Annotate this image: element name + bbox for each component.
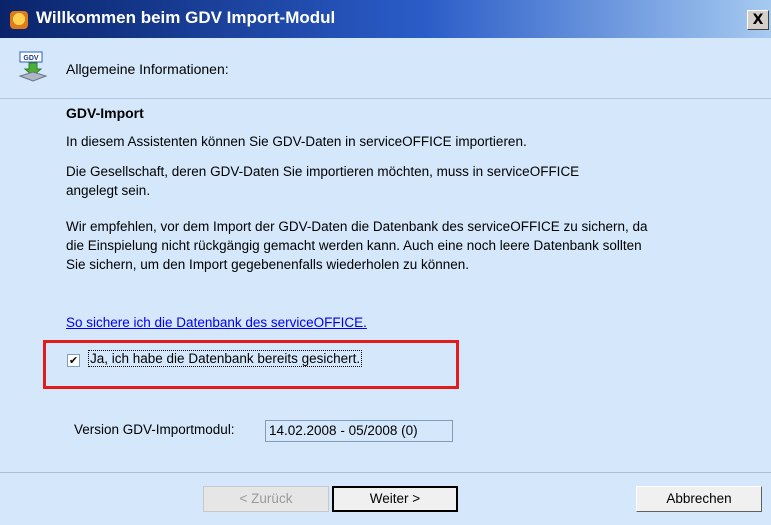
backup-confirm-label[interactable]: Ja, ich habe die Datenbank bereits gesic… xyxy=(88,350,363,367)
svg-text:GDV: GDV xyxy=(23,55,39,62)
back-button[interactable]: < Zurück xyxy=(203,486,329,512)
requirement-text: Die Gesellschaft, deren GDV-Daten Sie im… xyxy=(66,164,580,198)
backup-recommendation-text: Wir empfehlen, vor dem Import der GDV-Da… xyxy=(66,219,648,272)
button-separator xyxy=(0,472,771,473)
cancel-button[interactable]: Abbrechen xyxy=(636,486,762,512)
version-label: Version GDV-Importmodul: xyxy=(74,422,235,437)
intro-text: In diesem Assistenten können Sie GDV-Dat… xyxy=(66,134,527,149)
header-title: Allgemeine Informationen: xyxy=(66,61,229,77)
app-logo-icon xyxy=(10,11,28,29)
section-header: GDV Allgemeine Informationen: xyxy=(0,38,771,99)
gdv-download-icon: GDV xyxy=(18,51,48,82)
backup-help-link[interactable]: So sichere ich die Datenbank des service… xyxy=(66,315,367,330)
close-button[interactable]: X xyxy=(747,10,769,30)
window-title: Willkommen beim GDV Import-Modul xyxy=(36,8,336,27)
next-button[interactable]: Weiter > xyxy=(332,486,458,512)
page-heading: GDV-Import xyxy=(66,105,144,121)
title-bar[interactable]: Willkommen beim GDV Import-Modul X xyxy=(0,0,771,38)
version-field: 14.02.2008 - 05/2008 (0) xyxy=(265,420,453,442)
backup-confirm-label-text: Ja, ich habe die Datenbank bereits gesic… xyxy=(88,350,363,367)
content-area: GDV-Import In diesem Assistenten können … xyxy=(0,99,771,474)
import-wizard-dialog: Willkommen beim GDV Import-Modul X GDV A… xyxy=(0,0,771,525)
backup-confirm-checkbox[interactable]: ✔ xyxy=(67,354,80,367)
